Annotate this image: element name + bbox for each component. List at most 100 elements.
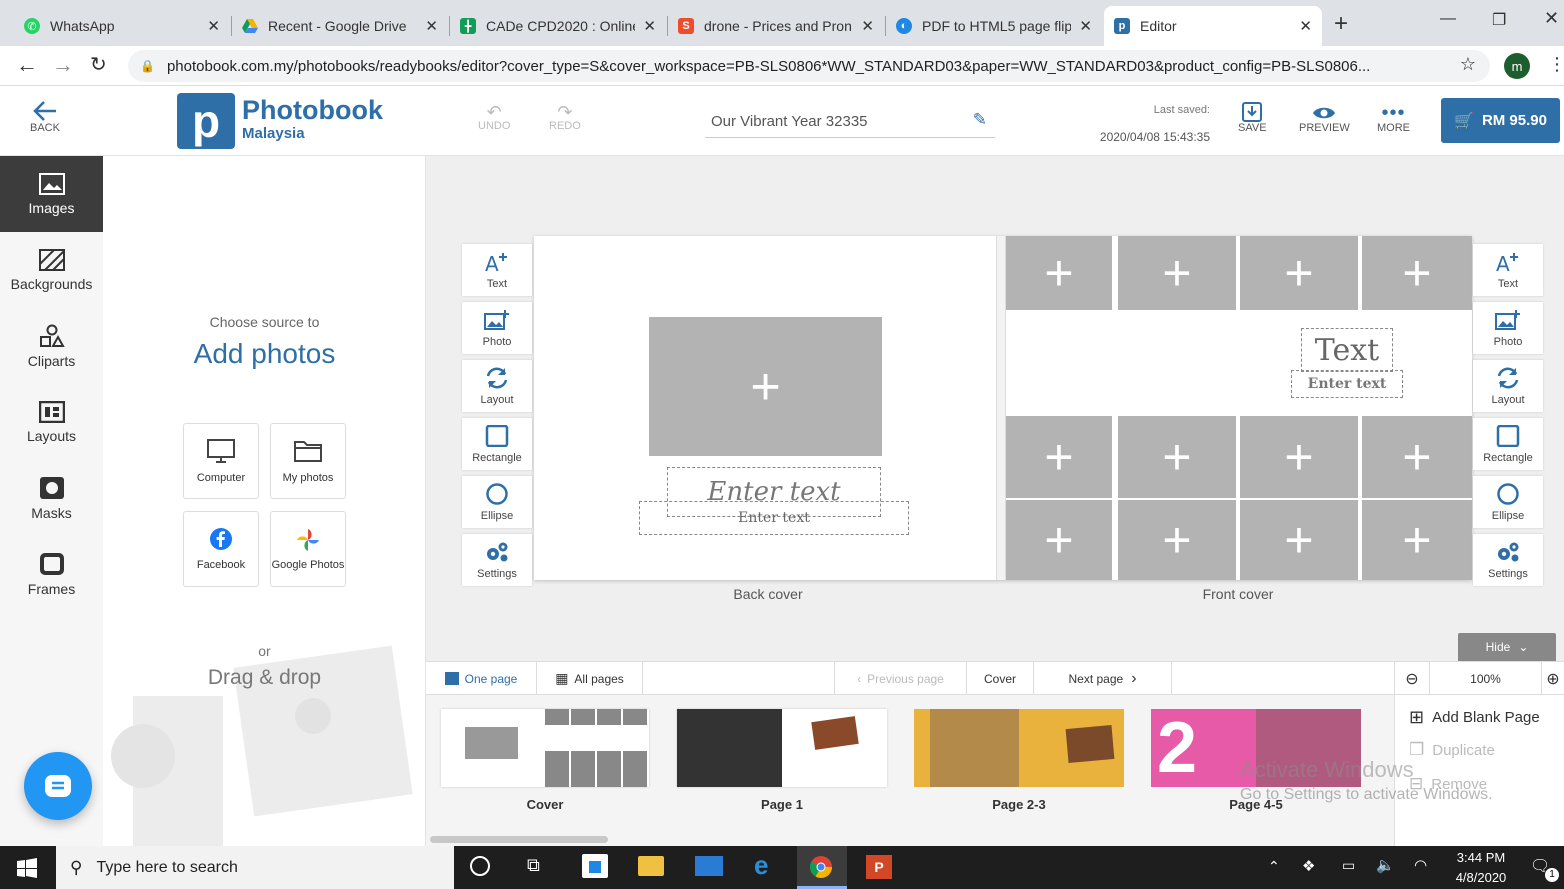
save-button[interactable]: SAVE — [1238, 102, 1267, 134]
reload-icon[interactable]: ↻ — [90, 52, 107, 77]
tool-text-button[interactable]: A Text — [462, 244, 532, 296]
back-arrow-icon[interactable]: ← — [16, 52, 38, 78]
back-subtitle-textbox[interactable]: Enter text — [639, 501, 909, 535]
google-photos-source-button[interactable]: Google Photos — [270, 511, 346, 587]
more-button[interactable]: ••• MORE — [1377, 103, 1410, 134]
front-photo-placeholder[interactable]: + — [1362, 236, 1472, 310]
rail-item-frames[interactable]: Frames — [0, 536, 103, 612]
taskbar-search-box[interactable]: ⚲ Type here to search — [56, 846, 454, 889]
back-photo-placeholder[interactable]: + — [649, 317, 882, 456]
horizontal-scrollbar[interactable] — [430, 836, 608, 843]
tool-ellipse-button[interactable]: Ellipse — [462, 476, 532, 528]
store-icon[interactable] — [582, 854, 608, 878]
rail-item-backgrounds[interactable]: Backgrounds — [0, 232, 103, 308]
redo-button[interactable]: ↷ REDO — [549, 103, 581, 132]
task-view-icon[interactable]: ⧉ — [527, 855, 540, 876]
hide-thumbnails-button[interactable]: Hide ⌄ — [1458, 633, 1556, 661]
volume-icon[interactable]: 🔈 — [1376, 856, 1395, 874]
clock-time[interactable]: 3:44 PM — [1446, 850, 1516, 865]
front-photo-placeholder[interactable]: + — [1240, 500, 1358, 580]
profile-avatar[interactable]: m — [1504, 53, 1530, 79]
front-photo-placeholder[interactable]: + — [1240, 236, 1358, 310]
close-tab-icon[interactable]: ✕ — [643, 17, 656, 35]
tab-google-drive[interactable]: Recent - Google Drive ✕ — [232, 6, 448, 46]
undo-button[interactable]: ↶ UNDO — [478, 103, 510, 132]
all-pages-view-button[interactable]: ▦ All pages — [537, 662, 643, 695]
close-tab-icon[interactable]: ✕ — [1079, 17, 1092, 35]
front-photo-placeholder[interactable]: + — [1006, 236, 1112, 310]
next-page-button[interactable]: Next page › — [1034, 662, 1172, 695]
close-tab-icon[interactable]: ✕ — [425, 17, 438, 35]
close-tab-icon[interactable]: ✕ — [1299, 17, 1312, 35]
logo-mark[interactable]: p — [177, 93, 235, 149]
front-photo-placeholder[interactable]: + — [1118, 500, 1236, 580]
dropbox-icon[interactable]: ❖ — [1302, 857, 1315, 875]
tab-pdf-flip[interactable]: ◐ PDF to HTML5 page flip ✕ — [886, 6, 1102, 46]
front-photo-placeholder[interactable]: + — [1006, 500, 1112, 580]
add-blank-page-button[interactable]: ⊞ Add Blank Page — [1409, 707, 1540, 728]
new-tab-button[interactable]: + — [1334, 10, 1348, 38]
close-tab-icon[interactable]: ✕ — [861, 17, 874, 35]
rail-item-cliparts[interactable]: Cliparts — [0, 308, 103, 384]
back-button[interactable]: BACK — [30, 100, 60, 134]
tool-settings-button[interactable]: Settings — [462, 534, 532, 586]
tab-editor[interactable]: p Editor ✕ — [1104, 6, 1322, 46]
windows-start-icon[interactable] — [17, 858, 37, 883]
computer-source-button[interactable]: Computer — [183, 423, 259, 499]
menu-dots-icon[interactable]: ⋮ — [1548, 54, 1564, 75]
mail-icon[interactable] — [695, 856, 723, 876]
rail-item-layouts[interactable]: Layouts — [0, 384, 103, 460]
thumbnail-cover[interactable] — [441, 709, 649, 787]
one-page-view-button[interactable]: One page — [426, 662, 537, 695]
file-explorer-icon[interactable] — [638, 856, 664, 876]
chat-launcher-button[interactable] — [24, 752, 92, 820]
powerpoint-icon[interactable]: P — [866, 855, 892, 879]
previous-page-button[interactable]: ‹ Previous page — [834, 662, 967, 695]
forward-arrow-icon[interactable]: → — [52, 52, 74, 78]
show-hidden-icons-icon[interactable]: ⌃ — [1268, 858, 1280, 875]
tab-drone[interactable]: S drone - Prices and Pron ✕ — [668, 6, 884, 46]
cart-price-button[interactable]: 🛒 RM 95.90 — [1441, 98, 1560, 143]
close-window-icon[interactable]: ✕ — [1544, 8, 1559, 29]
tool-rectangle-button[interactable]: Rectangle — [462, 418, 532, 470]
front-photo-placeholder[interactable]: + — [1240, 416, 1358, 498]
front-photo-placeholder[interactable]: + — [1118, 416, 1236, 498]
zoom-out-button[interactable]: ⊖ — [1394, 662, 1430, 695]
thumbnail-page-1[interactable] — [677, 709, 887, 787]
tool-photo-button[interactable]: Photo — [462, 302, 532, 354]
cortana-icon[interactable] — [470, 856, 490, 876]
zoom-in-button[interactable]: ⊕ — [1542, 662, 1564, 695]
chrome-taskbar-button[interactable] — [797, 846, 847, 889]
preview-button[interactable]: PREVIEW — [1299, 104, 1350, 134]
thumbnail-page-2-3[interactable] — [914, 709, 1124, 787]
restore-icon[interactable]: ❐ — [1492, 10, 1506, 30]
url-field[interactable]: 🔒 photobook.com.my/photobooks/readybooks… — [128, 50, 1490, 82]
tool-ellipse-button[interactable]: Ellipse — [1473, 476, 1543, 528]
front-subtitle-textbox[interactable]: Enter text — [1291, 370, 1403, 398]
tool-layout-button[interactable]: Layout — [1473, 360, 1543, 412]
battery-icon[interactable]: ▭ — [1342, 857, 1355, 874]
front-photo-placeholder[interactable]: + — [1362, 500, 1472, 580]
front-photo-placeholder[interactable]: + — [1006, 416, 1112, 498]
front-title-textbox[interactable]: Text — [1301, 328, 1393, 372]
rail-item-masks[interactable]: Masks — [0, 460, 103, 536]
edit-pencil-icon[interactable]: ✎ — [973, 110, 987, 130]
tool-text-button[interactable]: A Text — [1473, 244, 1543, 296]
clock-date[interactable]: 4/8/2020 — [1446, 870, 1516, 885]
tool-rectangle-button[interactable]: Rectangle — [1473, 418, 1543, 470]
minimize-icon[interactable]: — — [1440, 10, 1456, 28]
tab-cade[interactable]: ╋ CADe CPD2020 : Online ✕ — [450, 6, 666, 46]
my-photos-source-button[interactable]: My photos — [270, 423, 346, 499]
front-photo-placeholder[interactable]: + — [1362, 416, 1472, 498]
project-name-field[interactable]: Our Vibrant Year 32335 ✎ — [705, 106, 995, 138]
star-icon[interactable]: ☆ — [1460, 54, 1476, 75]
close-tab-icon[interactable]: ✕ — [207, 17, 220, 35]
tab-whatsapp[interactable]: ✆ WhatsApp ✕ — [14, 6, 230, 46]
facebook-source-button[interactable]: Facebook — [183, 511, 259, 587]
duplicate-button[interactable]: ❐ Duplicate — [1409, 740, 1495, 760]
edge-icon[interactable]: e — [754, 850, 768, 881]
tool-photo-button[interactable]: Photo — [1473, 302, 1543, 354]
tool-layout-button[interactable]: Layout — [462, 360, 532, 412]
tool-settings-button[interactable]: Settings — [1473, 534, 1543, 586]
front-photo-placeholder[interactable]: + — [1118, 236, 1236, 310]
